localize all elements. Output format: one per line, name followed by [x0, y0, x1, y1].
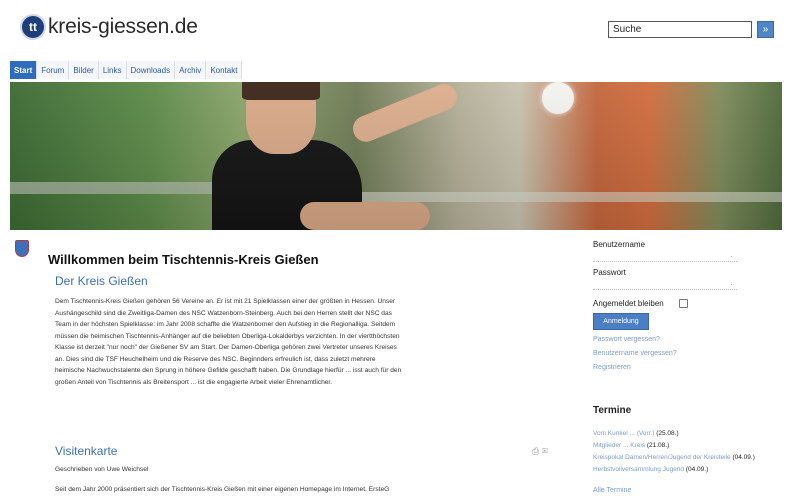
event-date: (04.09.): [732, 454, 755, 461]
header-banner-image: [10, 82, 782, 230]
event-name: Mitglieder ... Kreis: [593, 442, 646, 449]
banner-shade: [10, 82, 782, 230]
page-title: Willkommen beim Tischtennis-Kreis Gießen: [48, 252, 319, 267]
event-date: (04.09.): [685, 466, 709, 473]
register-link[interactable]: Registrieren: [593, 364, 631, 371]
login-button[interactable]: Anmeldung: [593, 313, 649, 330]
nav-item-downloads[interactable]: Downloads: [126, 61, 176, 79]
site-logo[interactable]: tt kreis-giessen.de: [20, 14, 198, 40]
nav-item-kontakt[interactable]: Kontakt: [206, 61, 243, 79]
field-marker: ·: [730, 252, 733, 261]
password-field[interactable]: ·: [593, 280, 737, 290]
article-line: Aushängeschild sind die Zweitliga-Damen …: [55, 309, 392, 317]
article-body-kreis: Dem Tischtennis-Kreis Gießen gehören 56 …: [55, 296, 553, 388]
article-line: Team in der höchsten Spielklasse: im Jah…: [55, 321, 396, 328]
event-date: (25.08.): [656, 430, 679, 437]
main-nav: Start Forum Bilder Links Downloads Archi…: [10, 61, 243, 79]
header: tt kreis-giessen.de »: [0, 0, 788, 56]
article-title-visitenkarte[interactable]: Visitenkarte: [55, 444, 117, 458]
forgot-username-link[interactable]: Benutzername vergessen?: [593, 350, 677, 357]
nav-item-archiv[interactable]: Archiv: [175, 61, 207, 79]
page: tt kreis-giessen.de » Start Forum Bilder…: [0, 0, 788, 501]
event-name: Kreispokal Damen/Herren/Jugend der Kreis…: [593, 454, 731, 461]
print-email-icon[interactable]: ⎙ ✉: [532, 446, 548, 457]
event-date: (21.08.): [646, 442, 670, 449]
nav-item-forum[interactable]: Forum: [37, 61, 70, 79]
search-form: »: [608, 21, 774, 38]
event-item[interactable]: Mitglieder ... Kreis (21.08.): [593, 442, 669, 449]
event-item[interactable]: Vom Kunkel ... (Vorr.) (25.08.): [593, 430, 679, 437]
field-marker: ·: [730, 280, 733, 289]
arrow-right-icon: »: [762, 24, 769, 35]
username-label: Benutzername: [593, 240, 646, 249]
article-line: heimische Nachwuchstalente den Sprung in…: [55, 367, 402, 374]
event-name: Herbstvollversammlung Jugend: [593, 466, 685, 473]
article-line: Dem Tischtennis-Kreis Gießen gehören 56 …: [55, 298, 396, 305]
article-line: müssen die heimischen Tischtennis-Anhäng…: [55, 332, 400, 340]
search-input[interactable]: [608, 21, 752, 38]
all-events-link[interactable]: Alle Termine: [593, 487, 631, 494]
event-item[interactable]: Herbstvollversammlung Jugend (04.09.): [593, 466, 708, 473]
article-line: Klasse ist derzeit "nur noch" der Gießen…: [55, 344, 397, 351]
nav-item-links[interactable]: Links: [98, 61, 127, 79]
article-line: an. Dies sind die TSF Heuchelheim und di…: [55, 355, 376, 363]
search-button[interactable]: »: [757, 21, 774, 38]
password-label: Passwort: [593, 268, 626, 277]
article-body-visitenkarte: Seit dem Jahr 2000 präsentiert sich der …: [55, 486, 390, 493]
article-line: großen Anteil von Tischtennis als Breite…: [55, 378, 333, 386]
nav-item-bilder[interactable]: Bilder: [69, 61, 99, 79]
logo-badge: tt: [20, 14, 46, 40]
coat-of-arms-icon: [15, 240, 29, 257]
events-heading: Termine: [593, 405, 632, 416]
article-title-kreis[interactable]: Der Kreis Gießen: [55, 274, 148, 288]
remember-label: Angemeldet bleiben: [593, 299, 664, 308]
forgot-password-link[interactable]: Passwort vergessen?: [593, 336, 660, 343]
article-author: Geschrieben von Uwe Weichsel: [55, 466, 149, 473]
event-item[interactable]: Kreispokal Damen/Herren/Jugend der Kreis…: [593, 454, 755, 461]
event-name: Vom Kunkel ... (Vorr.): [593, 430, 655, 437]
remember-checkbox[interactable]: [679, 299, 688, 308]
nav-item-start[interactable]: Start: [10, 61, 38, 79]
logo-text: kreis-giessen.de: [48, 15, 198, 38]
username-field[interactable]: ·: [593, 252, 737, 262]
